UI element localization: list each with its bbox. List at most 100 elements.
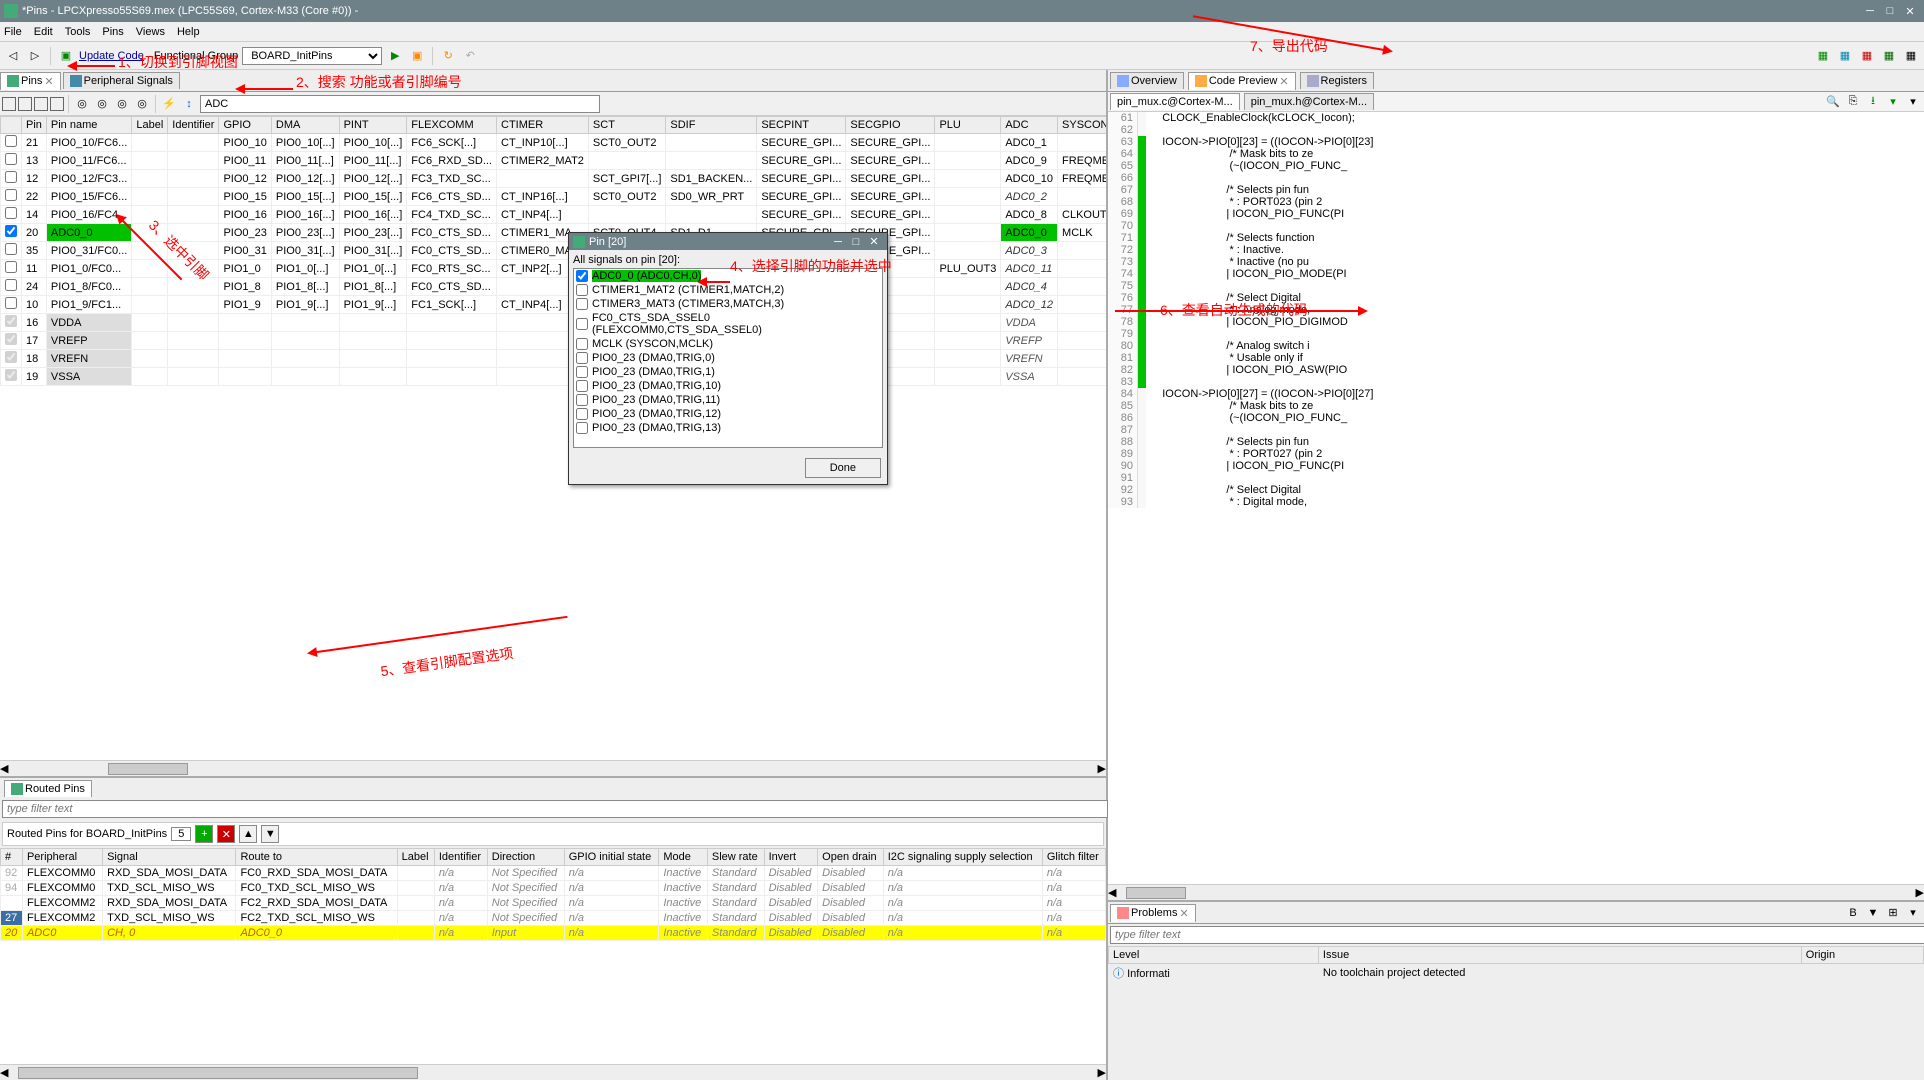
tab-overview[interactable]: Overview: [1110, 72, 1184, 89]
signal-item[interactable]: MCLK (SYSCON,MCLK): [574, 337, 882, 351]
down-button[interactable]: ▼: [261, 825, 279, 843]
tb-icon-8[interactable]: ◎: [133, 95, 151, 113]
pin-row[interactable]: 22PIO0_15/FC6...PIO0_15PIO0_15[...]PIO0_…: [1, 188, 1107, 206]
signal-item[interactable]: PIO0_23 (DMA0,TRIG,1): [574, 365, 882, 379]
pin-row[interactable]: 13PIO0_11/FC6...PIO0_11PIO0_11[...]PIO0_…: [1, 152, 1107, 170]
tab-problems[interactable]: Problems✕: [1110, 904, 1196, 922]
dialog-max-button[interactable]: □: [847, 236, 865, 248]
pin-row[interactable]: 24PIO1_8/FC0...PIO1_8PIO1_8[...]PIO1_8[.…: [1, 278, 1107, 296]
pin-row[interactable]: 10PIO1_9/FC1...PIO1_9PIO1_9[...]PIO1_9[.…: [1, 296, 1107, 314]
signal-item[interactable]: PIO0_23 (DMA0,TRIG,12): [574, 407, 882, 421]
update-code-link[interactable]: Update Code: [79, 50, 144, 62]
pin-row[interactable]: 14PIO0_16/FC4...PIO0_16PIO0_16[...]PIO0_…: [1, 206, 1107, 224]
routed-scrollbar-h[interactable]: ◀▶: [0, 1064, 1106, 1080]
routed-row[interactable]: 27FLEXCOMM2TXD_SCL_MISO_WSFC2_TXD_SCL_MI…: [1, 911, 1106, 926]
search-icon[interactable]: 🔍: [1824, 93, 1842, 111]
tb-icon-4[interactable]: [50, 97, 64, 111]
menu-help[interactable]: Help: [177, 26, 200, 38]
pin-row[interactable]: 20ADC0_0PIO0_23PIO0_23[...]PIO0_23[...]F…: [1, 224, 1107, 242]
menu-icon[interactable]: ▾: [1904, 93, 1922, 111]
signal-item[interactable]: CTIMER3_MAT3 (CTIMER3,MATCH,3): [574, 297, 882, 311]
filter-icon[interactable]: ↕: [180, 95, 198, 113]
add-button[interactable]: +: [195, 825, 213, 843]
pin-row[interactable]: 21PIO0_10/FC6...PIO0_10PIO0_10[...]PIO0_…: [1, 134, 1107, 152]
persp-icon-2[interactable]: ▦: [1836, 47, 1854, 65]
tab-peripheral-signals[interactable]: Peripheral Signals: [63, 72, 180, 89]
pin-row[interactable]: 35PIO0_31/FC0...PIO0_31PIO0_31[...]PIO0_…: [1, 242, 1107, 260]
menu-tools[interactable]: Tools: [65, 26, 91, 38]
tb-icon-7[interactable]: ◎: [113, 95, 131, 113]
signal-list[interactable]: ADC0_0 (ADC0,CH,0) CTIMER1_MAT2 (CTIMER1…: [573, 268, 883, 448]
signal-item[interactable]: PIO0_23 (DMA0,TRIG,13): [574, 421, 882, 435]
export-icon[interactable]: ⭳: [1864, 93, 1882, 111]
minimize-button[interactable]: ─: [1860, 5, 1880, 17]
pin-row[interactable]: 19VSSAVSSA: [1, 368, 1107, 386]
menu-edit[interactable]: Edit: [34, 26, 53, 38]
tab-file-h[interactable]: pin_mux.h@Cortex-M...: [1244, 93, 1374, 110]
pins-table[interactable]: PinPin nameLabelIdentifierGPIODMAPINTFLE…: [0, 116, 1106, 760]
tab-registers[interactable]: Registers: [1300, 72, 1374, 89]
tab-code-preview[interactable]: Code Preview✕: [1188, 72, 1296, 90]
dialog-min-button[interactable]: ─: [829, 236, 847, 248]
code-scrollbar-h[interactable]: ◀▶: [1108, 884, 1924, 900]
routed-filter-input[interactable]: [2, 800, 1108, 818]
forward-icon[interactable]: ▷: [26, 47, 44, 65]
search-toggle-icon[interactable]: ⚡: [160, 95, 178, 113]
tb-icon-5[interactable]: ◎: [73, 95, 91, 113]
tab-file-c[interactable]: pin_mux.c@Cortex-M...: [1110, 93, 1240, 110]
signal-item[interactable]: PIO0_23 (DMA0,TRIG,11): [574, 393, 882, 407]
signal-item[interactable]: FC0_CTS_SDA_SSEL0 (FLEXCOMM0,CTS_SDA_SSE…: [574, 311, 882, 337]
tab-pins[interactable]: Pins ✕: [0, 72, 61, 90]
dialog-close-button[interactable]: ✕: [865, 235, 883, 248]
back-icon[interactable]: ◁: [4, 47, 22, 65]
code-editor[interactable]: 61 CLOCK_EnableClock(kCLOCK_Iocon);6263 …: [1108, 112, 1924, 884]
menu-file[interactable]: File: [4, 26, 22, 38]
close-icon[interactable]: ✕: [1179, 907, 1188, 920]
tb-icon-6[interactable]: ◎: [93, 95, 111, 113]
done-button[interactable]: Done: [805, 458, 881, 478]
pin-row[interactable]: 18VREFNVREFN: [1, 350, 1107, 368]
problems-table[interactable]: LevelIssueOrigin ⓘ InformatiNo toolchain…: [1108, 946, 1924, 983]
pin-row[interactable]: 17VREFPVREFP: [1, 332, 1107, 350]
routed-row[interactable]: FLEXCOMM2RXD_SDA_MOSI_DATAFC2_RXD_SDA_MO…: [1, 896, 1106, 911]
pin-row[interactable]: 12PIO0_12/FC3...PIO0_12PIO0_12[...]PIO0_…: [1, 170, 1107, 188]
tb-icon-1[interactable]: [2, 97, 16, 111]
pin-row[interactable]: 16VDDAVDDA: [1, 314, 1107, 332]
routed-row[interactable]: 94FLEXCOMM0TXD_SCL_MISO_WSFC0_TXD_SCL_MI…: [1, 881, 1106, 896]
undo-icon[interactable]: ↶: [461, 47, 479, 65]
close-icon[interactable]: ✕: [44, 75, 53, 88]
p-icon-3[interactable]: ⊞: [1884, 904, 1902, 922]
remove-button[interactable]: ✕: [217, 825, 235, 843]
signal-item[interactable]: CTIMER1_MAT2 (CTIMER1,MATCH,2): [574, 283, 882, 297]
maximize-button[interactable]: □: [1880, 5, 1900, 17]
up-button[interactable]: ▲: [239, 825, 257, 843]
persp-icon-3[interactable]: ▦: [1858, 47, 1876, 65]
p-icon-1[interactable]: B: [1844, 904, 1862, 922]
problems-filter-input[interactable]: [1110, 926, 1924, 944]
refresh-icon[interactable]: ↻: [439, 47, 457, 65]
persp-icon-5[interactable]: ▦: [1902, 47, 1920, 65]
persp-icon-4[interactable]: ▦: [1880, 47, 1898, 65]
signal-item[interactable]: PIO0_23 (DMA0,TRIG,10): [574, 379, 882, 393]
tab-routed-pins[interactable]: Routed Pins: [4, 780, 92, 797]
persp-icon-1[interactable]: ▦: [1814, 47, 1832, 65]
menu-pins[interactable]: Pins: [102, 26, 123, 38]
search-input[interactable]: [200, 95, 600, 113]
close-icon[interactable]: ✕: [1279, 75, 1288, 88]
dialog-titlebar[interactable]: Pin [20] ─ □ ✕: [569, 233, 887, 250]
tb-icon-2[interactable]: [18, 97, 32, 111]
signal-item[interactable]: PIO0_23 (DMA0,TRIG,0): [574, 351, 882, 365]
p-menu-icon[interactable]: ▾: [1904, 904, 1922, 922]
fg-action2-icon[interactable]: ▣: [408, 47, 426, 65]
tb-icon-3[interactable]: [34, 97, 48, 111]
copy-icon[interactable]: ⎘: [1844, 93, 1862, 111]
fg-action1-icon[interactable]: ▶: [386, 47, 404, 65]
routed-row[interactable]: 20ADC0CH, 0ADC0_0n/aInputn/aInactiveStan…: [1, 926, 1106, 941]
options-icon[interactable]: ▾: [1884, 93, 1902, 111]
p-filter-icon[interactable]: ▼: [1864, 904, 1882, 922]
routed-row[interactable]: 92FLEXCOMM0RXD_SDA_MOSI_DATAFC0_RXD_SDA_…: [1, 866, 1106, 881]
pins-scrollbar-h[interactable]: ◀▶: [0, 760, 1106, 776]
functional-group-combo[interactable]: BOARD_InitPins: [242, 47, 382, 65]
menu-views[interactable]: Views: [136, 26, 165, 38]
close-button[interactable]: ✕: [1900, 5, 1920, 18]
